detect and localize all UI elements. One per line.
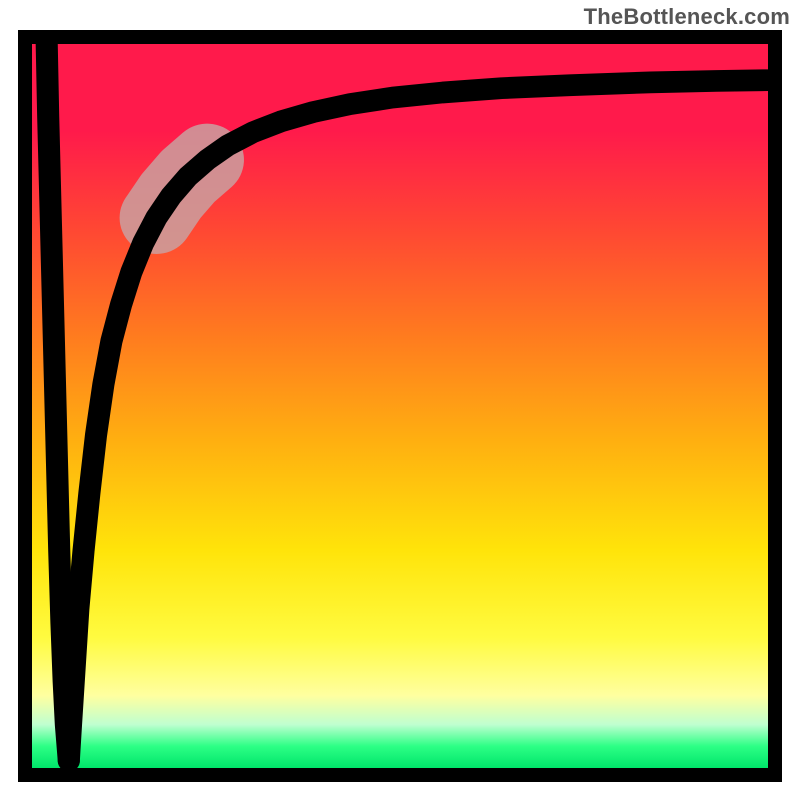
attribution-text: TheBottleneck.com [584,4,790,30]
plot-frame [18,30,782,782]
curve-layer [32,44,768,768]
figure-root: TheBottleneck.com [0,0,800,800]
curve-right-ascent [69,80,768,761]
